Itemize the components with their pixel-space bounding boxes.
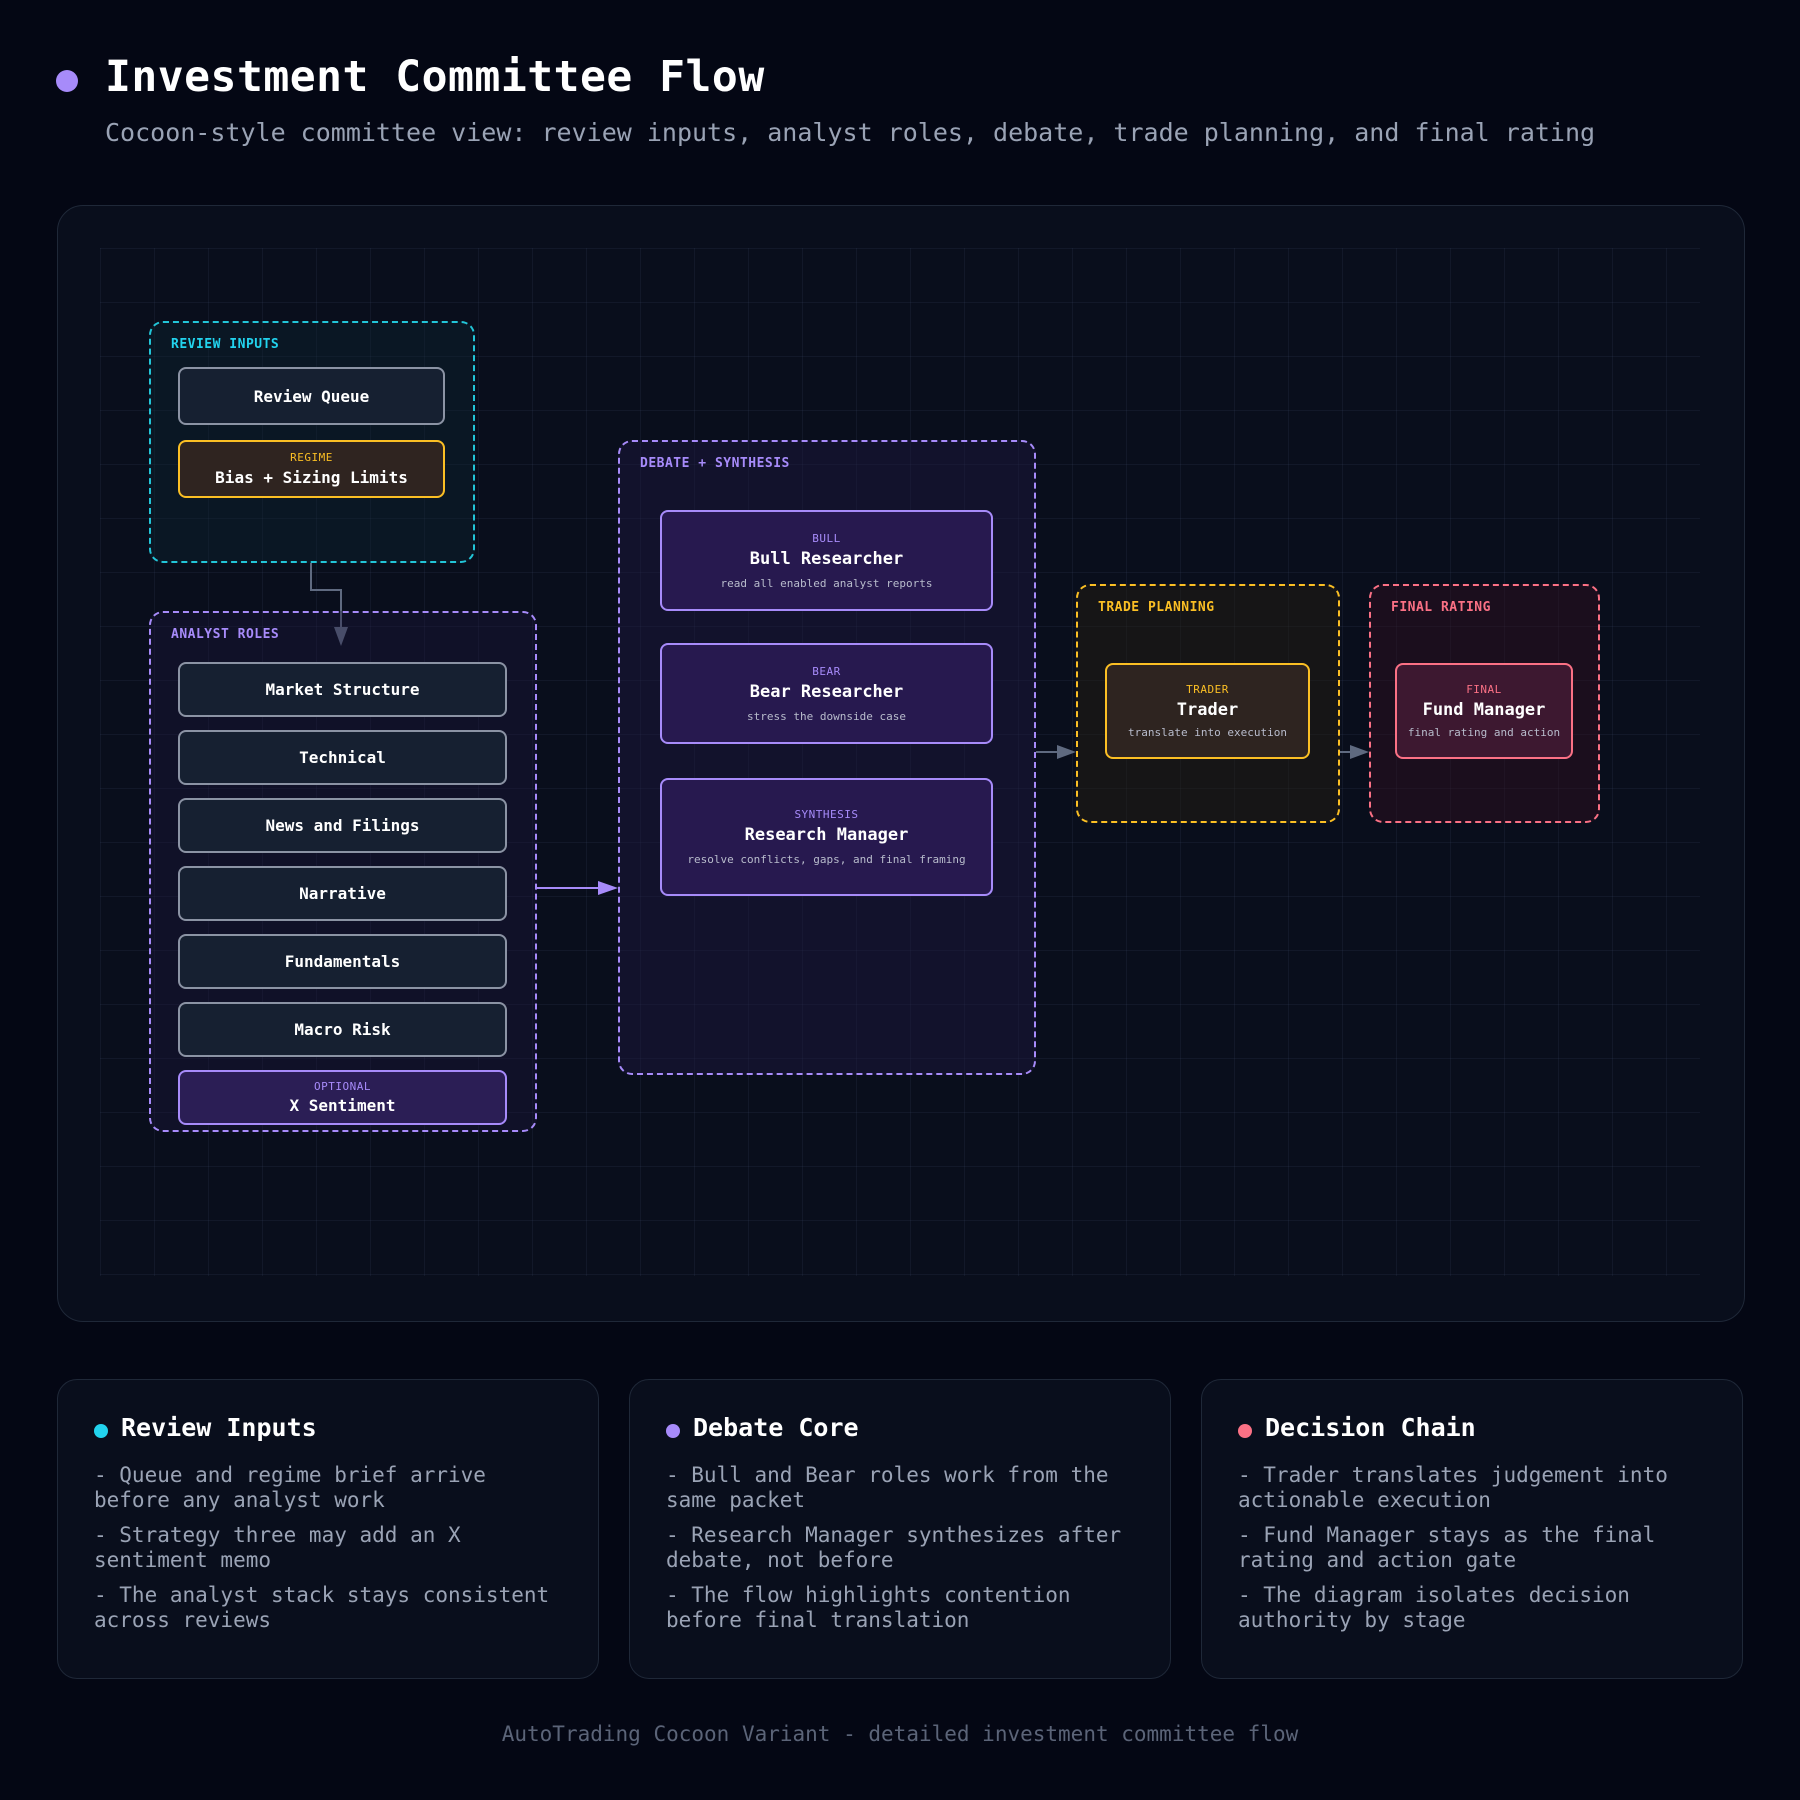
bull-tag: BULL: [812, 531, 841, 545]
regime-node[interactable]: REGIME Bias + Sizing Limits: [178, 440, 445, 498]
analyst-node-label: Fundamentals: [284, 952, 401, 971]
analyst-node-label: Narrative: [299, 884, 386, 903]
fund-manager-desc: final rating and action: [1407, 726, 1561, 739]
trader-desc: translate into execution: [1128, 726, 1287, 739]
trade-to-final-arrowhead: [1350, 745, 1369, 759]
analyst-node-news-and-filings[interactable]: News and Filings: [178, 798, 507, 853]
card-list-item: - The flow highlights contention before …: [666, 1583, 1071, 1632]
final-rating-label: FINAL RATING: [1391, 600, 1491, 615]
regime-title: Bias + Sizing Limits: [215, 468, 408, 487]
card-list-item: - Research Manager synthesizes after deb…: [666, 1523, 1122, 1572]
purple-dot-icon: [666, 1424, 680, 1438]
research-manager-node[interactable]: SYNTHESIS Research Manager resolve confl…: [660, 778, 993, 896]
regime-tag: REGIME: [290, 451, 333, 464]
card-title: Review Inputs: [121, 1413, 317, 1442]
cyan-dot-icon: [94, 1424, 108, 1438]
bear-researcher-node[interactable]: BEAR Bear Researcher stress the downside…: [660, 643, 993, 744]
debate-to-trade-arrowhead: [1057, 745, 1076, 759]
card-list-item: - Bull and Bear roles work from the same…: [666, 1463, 1109, 1512]
card-list: - Trader translates judgement into actio…: [1238, 1463, 1714, 1643]
trader-tag: TRADER: [1186, 683, 1229, 696]
rose-dot-icon: [1238, 1424, 1252, 1438]
card-debate-core: Debate Core - Bull and Bear roles work f…: [629, 1379, 1171, 1679]
x-sentiment-node[interactable]: OPTIONAL X Sentiment: [178, 1070, 507, 1125]
analyst-roles-label: ANALYST ROLES: [171, 627, 280, 642]
card-decision-chain: Decision Chain - Trader translates judge…: [1201, 1379, 1743, 1679]
analyst-node-label: News and Filings: [265, 816, 420, 835]
bear-title: Bear Researcher: [749, 681, 904, 702]
analyst-node-market-structure[interactable]: Market Structure: [178, 662, 507, 717]
research-manager-desc: resolve conflicts, gaps, and final frami…: [687, 853, 966, 866]
bull-title: Bull Researcher: [749, 548, 904, 569]
analyst-node-technical[interactable]: Technical: [178, 730, 507, 785]
card-list-item: - Trader translates judgement into actio…: [1238, 1463, 1668, 1512]
analyst-node-label: Technical: [299, 748, 386, 767]
footer-caption: AutoTrading Cocoon Variant - detailed in…: [501, 1722, 1299, 1746]
trade-planning-label: TRADE PLANNING: [1098, 600, 1215, 615]
card-title: Decision Chain: [1265, 1413, 1476, 1442]
trader-node[interactable]: TRADER Trader translate into execution: [1105, 663, 1310, 759]
analyst-node-label: Market Structure: [265, 680, 420, 699]
fund-manager-tag: FINAL: [1466, 683, 1502, 696]
synthesis-tag: SYNTHESIS: [794, 808, 859, 821]
review-inputs-label: REVIEW INPUTS: [171, 337, 280, 352]
analyst-node-macro-risk[interactable]: Macro Risk: [178, 1002, 507, 1057]
review-queue-node[interactable]: Review Queue: [178, 367, 445, 425]
bull-desc: read all enabled analyst reports: [720, 576, 933, 590]
card-list-item: - Queue and regime brief arrive before a…: [94, 1463, 486, 1512]
analyst-node-fundamentals[interactable]: Fundamentals: [178, 934, 507, 989]
card-list-item: - The diagram isolates decision authorit…: [1238, 1583, 1630, 1632]
review-queue-title: Review Queue: [253, 386, 370, 406]
bear-desc: stress the downside case: [747, 709, 906, 723]
x-sentiment-title: X Sentiment: [289, 1096, 396, 1115]
bull-researcher-node[interactable]: BULL Bull Researcher read all enabled an…: [660, 510, 993, 611]
fund-manager-node[interactable]: FINAL Fund Manager final rating and acti…: [1395, 663, 1573, 759]
trader-title: Trader: [1176, 700, 1239, 720]
card-title: Debate Core: [693, 1413, 859, 1442]
card-list: - Bull and Bear roles work from the same…: [666, 1463, 1142, 1643]
x-sentiment-tag: OPTIONAL: [314, 1080, 371, 1093]
analyst-to-debate-arrowhead: [598, 881, 618, 895]
card-list-item: - Fund Manager stays as the final rating…: [1238, 1523, 1656, 1572]
card-list-item: - The analyst stack stays consistent acr…: [94, 1583, 550, 1632]
bear-tag: BEAR: [812, 664, 841, 678]
card-list: - Queue and regime brief arrive before a…: [94, 1463, 570, 1643]
analyst-node-narrative[interactable]: Narrative: [178, 866, 507, 921]
card-list-item: - Strategy three may add an X sentiment …: [94, 1523, 461, 1572]
fund-manager-title: Fund Manager: [1422, 700, 1546, 720]
card-review-inputs: Review Inputs - Queue and regime brief a…: [57, 1379, 599, 1679]
debate-synthesis-label: DEBATE + SYNTHESIS: [640, 456, 790, 471]
analyst-node-label: Macro Risk: [294, 1020, 391, 1039]
research-manager-title: Research Manager: [744, 825, 909, 845]
